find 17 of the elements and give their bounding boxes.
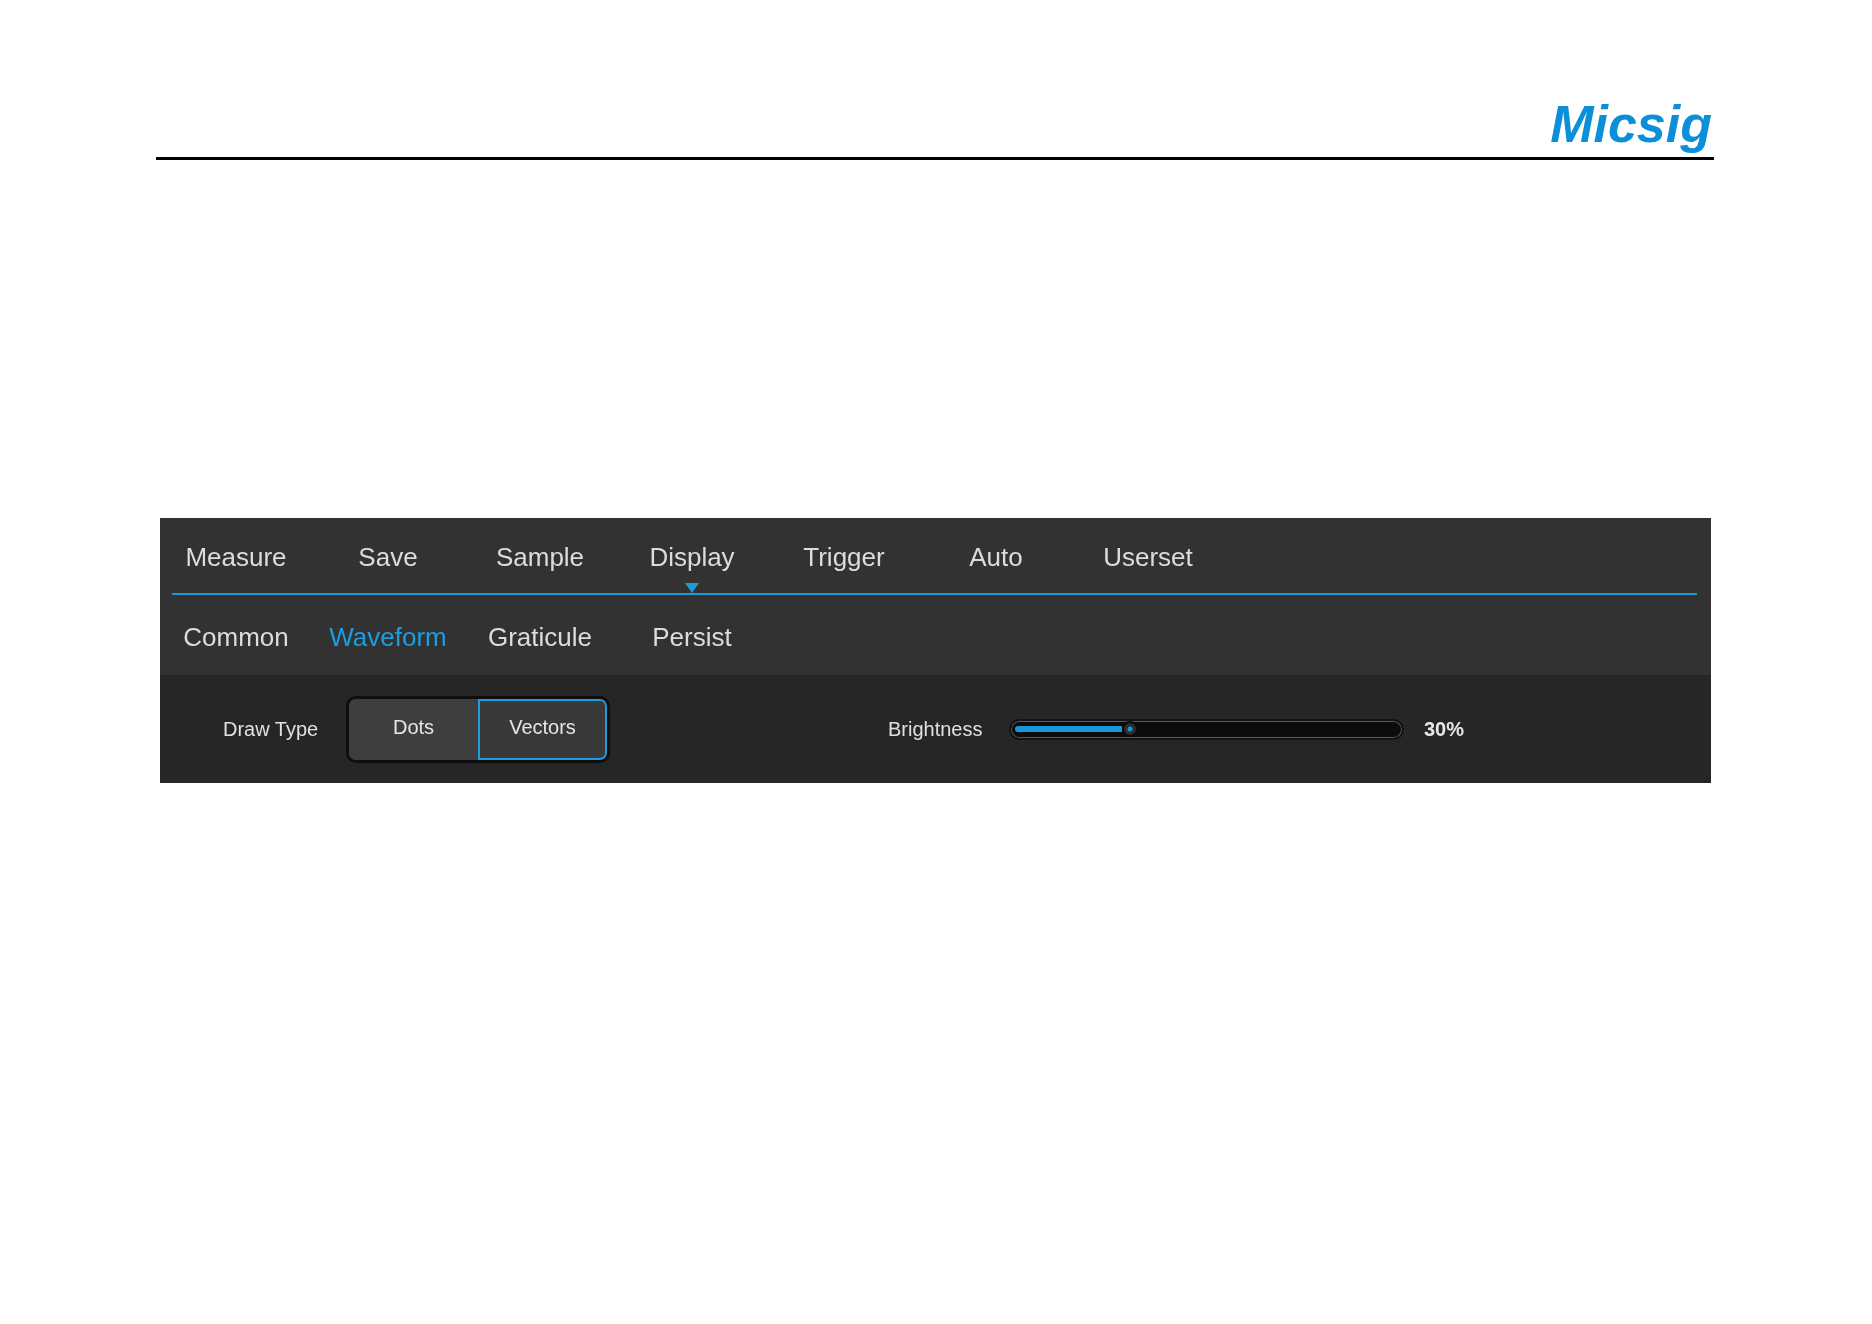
slider-thumb[interactable] — [1121, 721, 1138, 737]
sub-tab[interactable]: Persist — [616, 595, 768, 675]
brightness-label: Brightness — [888, 717, 983, 741]
menu-tab[interactable]: Userset — [1072, 518, 1224, 593]
menu-tab[interactable]: Sample — [464, 518, 616, 593]
menu-tab[interactable]: Measure — [160, 518, 312, 593]
menu-tab[interactable]: Display — [616, 518, 768, 593]
draw-type-option[interactable]: Vectors — [478, 698, 607, 760]
menu-tab[interactable]: Trigger — [768, 518, 920, 593]
sub-tab[interactable]: Graticule — [464, 595, 616, 675]
menu-tab[interactable]: Auto — [920, 518, 1072, 593]
draw-type-label: Draw Type — [223, 717, 319, 741]
menu-tab[interactable]: Save — [312, 518, 464, 593]
sub-tab[interactable]: Waveform — [312, 595, 464, 675]
brightness-value: 30% — [1423, 717, 1466, 741]
sub-tab[interactable]: Common — [160, 595, 312, 675]
brightness-slider[interactable] — [1009, 718, 1404, 740]
